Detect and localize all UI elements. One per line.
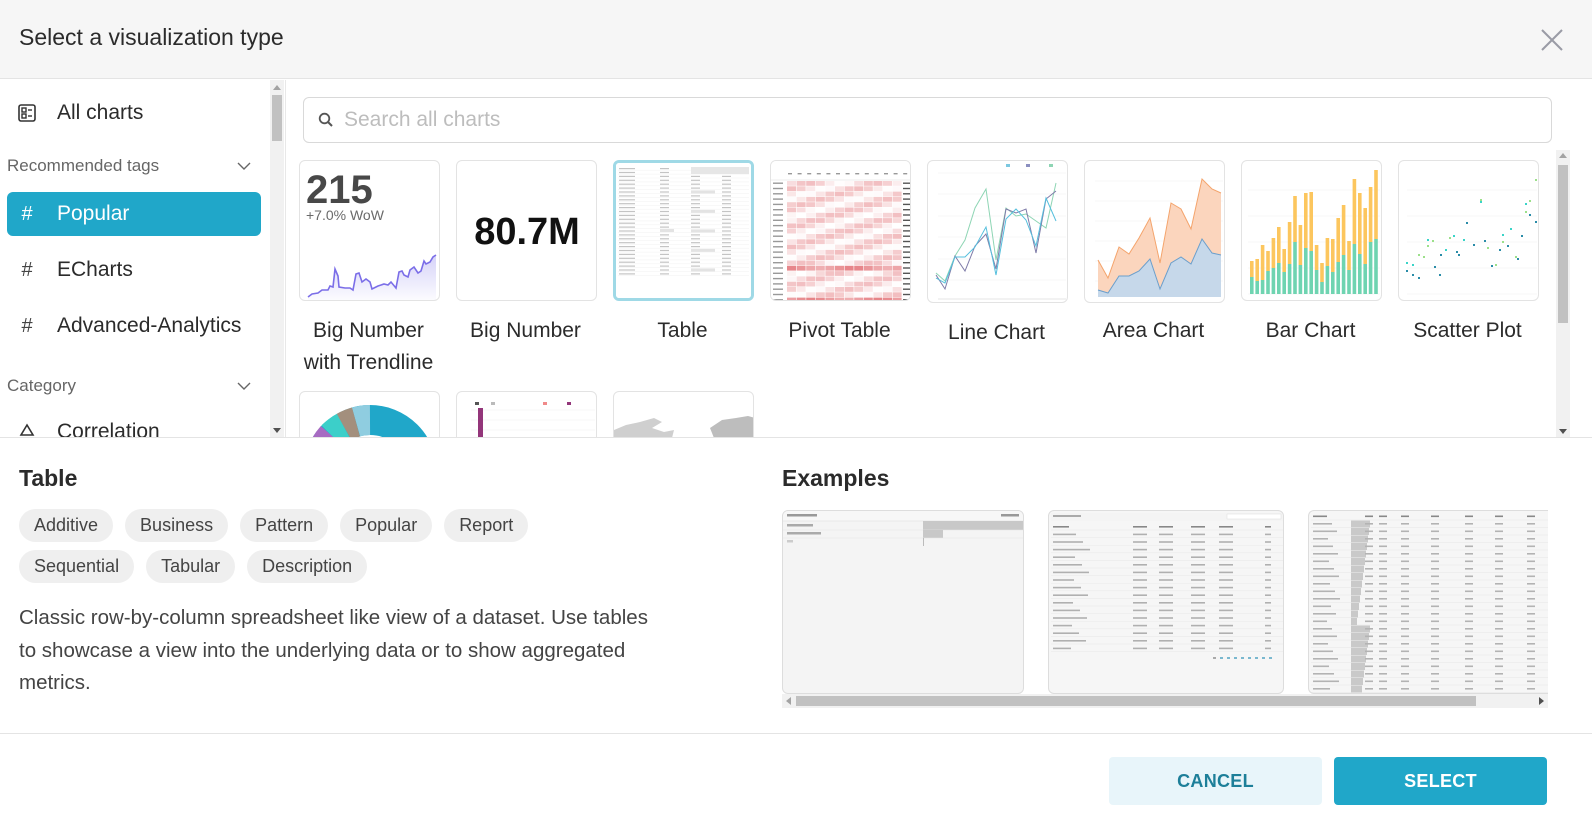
modal-title: Select a visualization type	[19, 24, 284, 50]
chart-thumbnail	[1398, 160, 1539, 301]
chart-thumbnail: 80.7M	[456, 160, 597, 301]
cancel-button[interactable]: CANCEL	[1109, 757, 1322, 805]
close-icon	[1541, 29, 1563, 51]
scroll-thumb[interactable]	[1558, 165, 1568, 323]
chart-thumbnail	[299, 391, 440, 438]
hash-icon: #	[21, 258, 33, 281]
tag-chip: Description	[247, 550, 368, 583]
chevron-down-icon	[237, 162, 251, 170]
sidebar-item-popular[interactable]: # Popular	[7, 192, 261, 236]
tag-chip: Sequential	[19, 550, 135, 583]
chart-thumbnail	[613, 391, 754, 438]
search-input[interactable]	[344, 108, 1524, 132]
scroll-up-arrow[interactable]	[273, 85, 281, 90]
chart-card-label: Area Chart	[1102, 319, 1205, 342]
scroll-down-arrow[interactable]	[1559, 429, 1567, 434]
chevron-down-icon	[237, 382, 251, 390]
scroll-thumb[interactable]	[796, 696, 1476, 706]
chart-card-label: Big Number	[313, 319, 424, 342]
chart-card-label: Table	[657, 319, 708, 342]
chart-thumbnail: 215 +7.0% WoW	[299, 160, 440, 301]
scroll-left-arrow[interactable]	[786, 697, 791, 705]
chart-card-label: Bar Chart	[1265, 319, 1356, 342]
sidebar-item-label: Correlation	[57, 420, 160, 438]
all-charts-icon	[16, 104, 38, 122]
chart-description: Classic row-by-column spreadsheet like v…	[19, 606, 648, 694]
sidebar-item-label: Popular	[57, 202, 130, 225]
thumb-big-value: 215	[306, 168, 373, 212]
tag-chip: Tabular	[146, 550, 236, 583]
scroll-up-arrow[interactable]	[1559, 153, 1567, 158]
tag-chip: Popular	[340, 509, 433, 542]
example-thumbnail[interactable]	[1308, 510, 1548, 694]
sidebar-item-all-charts[interactable]: All charts	[7, 91, 261, 135]
sidebar-item-label: ECharts	[57, 258, 133, 281]
example-thumbnail[interactable]	[1048, 510, 1284, 694]
chart-thumbnail	[1084, 160, 1225, 303]
correlation-icon	[16, 423, 38, 438]
sidebar-item-advanced-analytics[interactable]: # Advanced-Analytics	[7, 304, 261, 348]
sidebar-scrollbar[interactable]	[270, 80, 284, 438]
tag-list: Additive Business Pattern Popular Report Sequ…	[19, 509, 579, 583]
chart-thumbnail	[1241, 160, 1382, 301]
chart-thumbnail	[613, 160, 754, 301]
sidebar-item-correlation[interactable]: Correlation	[7, 410, 261, 438]
search-box[interactable]	[303, 97, 1552, 143]
chart-card-label-line2: with Trendline	[303, 351, 434, 374]
example-thumbnail[interactable]	[782, 510, 1024, 694]
chart-gallery: 215 +7.0% WoW Big Number with Trendline	[290, 150, 1554, 438]
divider	[0, 437, 1592, 438]
chart-thumbnail	[770, 160, 911, 301]
section-recommended-tags[interactable]: Recommended tags	[7, 156, 252, 176]
hash-icon: #	[21, 202, 33, 225]
chart-card-label: Line Chart	[948, 321, 1045, 344]
scroll-right-arrow[interactable]	[1539, 697, 1544, 705]
section-category[interactable]: Category	[7, 376, 252, 396]
chart-card-label: Scatter Plot	[1413, 319, 1522, 342]
close-button[interactable]	[1538, 26, 1566, 54]
tag-chip: Additive	[19, 509, 114, 542]
sidebar: All charts Recommended tags # Popular # …	[0, 80, 286, 438]
tag-chip: Business	[125, 509, 229, 542]
sidebar-item-label: Advanced-Analytics	[57, 314, 242, 337]
search-icon	[318, 112, 333, 127]
tag-chip: Report	[444, 509, 529, 542]
examples-carousel	[782, 508, 1548, 708]
chart-thumbnail	[456, 391, 597, 438]
sidebar-item-echarts[interactable]: # ECharts	[7, 248, 261, 292]
select-button[interactable]: SELECT	[1334, 757, 1547, 805]
scroll-thumb[interactable]	[272, 95, 282, 141]
visualization-type-modal: Select a visualization type All charts R…	[0, 0, 1592, 837]
tag-chip: Pattern	[240, 509, 329, 542]
examples-title: Examples	[782, 465, 890, 491]
selected-chart-title: Table	[19, 465, 78, 491]
gallery-scrollbar[interactable]	[1556, 150, 1570, 438]
section-title: Recommended tags	[7, 156, 160, 175]
chart-card-label: Big Number	[470, 319, 581, 342]
examples-scrollbar[interactable]	[782, 694, 1548, 708]
footer-divider	[0, 733, 1592, 734]
chart-thumbnail	[927, 160, 1068, 303]
chart-card-label: Pivot Table	[788, 319, 891, 342]
sidebar-item-label: All charts	[57, 101, 144, 124]
thumb-big-value: 80.7M	[474, 211, 580, 253]
hash-icon: #	[21, 314, 33, 337]
scroll-down-arrow[interactable]	[273, 428, 281, 433]
thumb-sub-value: +7.0% WoW	[306, 207, 385, 223]
modal-header: Select a visualization type	[0, 0, 1592, 79]
section-title: Category	[7, 376, 76, 395]
